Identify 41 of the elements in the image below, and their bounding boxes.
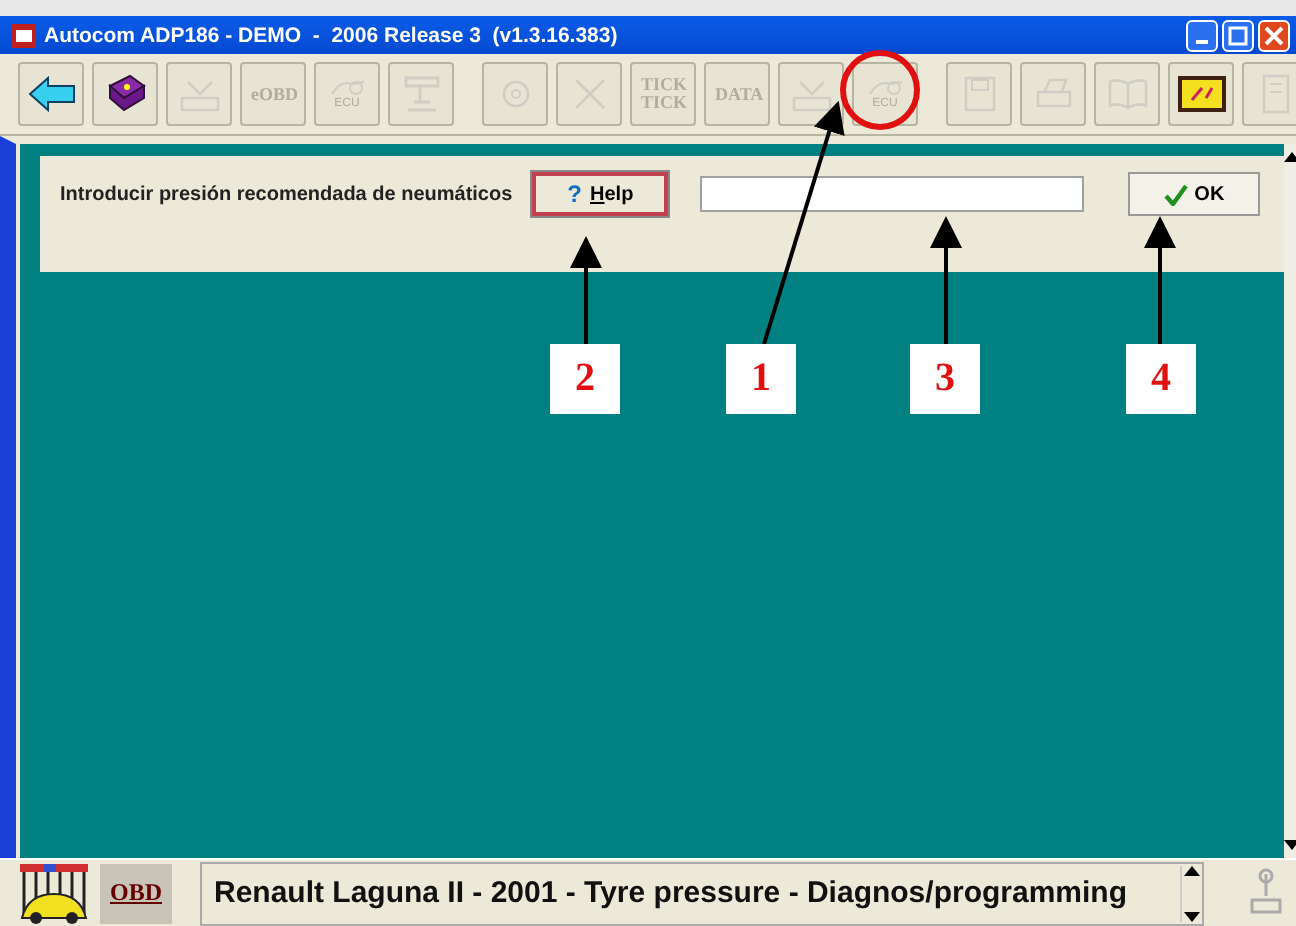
annotation-arrow: [930, 216, 962, 344]
book-button[interactable]: [92, 62, 158, 126]
close-button[interactable]: [1258, 19, 1290, 51]
window-title: Autocom ADP186 - DEMO - 2006 Release 3 (v1.3.16.383): [44, 23, 620, 47]
board-button[interactable]: [1168, 62, 1234, 126]
scroll-down-icon: [1184, 911, 1200, 921]
help-button[interactable]: ? Help: [532, 172, 669, 216]
checkmark-icon: [1164, 183, 1189, 205]
annotation-arrow: [570, 236, 602, 344]
maximize-icon: [1228, 25, 1248, 45]
callout-number: 3: [910, 344, 980, 414]
scrollbar[interactable]: [1180, 865, 1202, 921]
app-icon: [12, 23, 36, 47]
highlight-circle: [840, 50, 920, 130]
book-icon: [103, 74, 147, 114]
minimize-button[interactable]: [1186, 19, 1218, 51]
close-icon: [1264, 25, 1284, 45]
scroll-down-icon: [1284, 840, 1296, 852]
back-button[interactable]: [18, 62, 84, 126]
car-logo-icon: [16, 861, 92, 925]
scroll-up-icon: [1284, 150, 1296, 162]
obd-logo: OBD: [100, 863, 172, 923]
sensor-icon: [327, 77, 367, 97]
pressure-label: Introducir presión recomendada de neumáticos: [60, 183, 513, 205]
arrow-left-icon: [27, 76, 75, 112]
open-book-icon: [1105, 74, 1149, 114]
scroll-up-icon: [1184, 865, 1200, 875]
callout-number: 1: [726, 344, 796, 414]
scrollbar[interactable]: [1284, 144, 1296, 858]
minimize-icon: [1196, 39, 1208, 43]
callout-number: 4: [1126, 344, 1196, 414]
maximize-button[interactable]: [1222, 19, 1254, 51]
sensor-icon: [865, 77, 905, 97]
ok-button[interactable]: OK: [1128, 172, 1261, 216]
vehicle-description: Renault Laguna II - 2001 - Tyre pressure - Diagnos/programming: [214, 876, 1129, 910]
pressure-input-field[interactable]: [700, 176, 1085, 212]
callout-number: 2: [550, 344, 620, 414]
stand-icon: [399, 74, 443, 114]
help-icon: ?: [567, 180, 582, 208]
annotation-arrow: [1144, 216, 1176, 344]
board-icon: [1177, 76, 1225, 112]
